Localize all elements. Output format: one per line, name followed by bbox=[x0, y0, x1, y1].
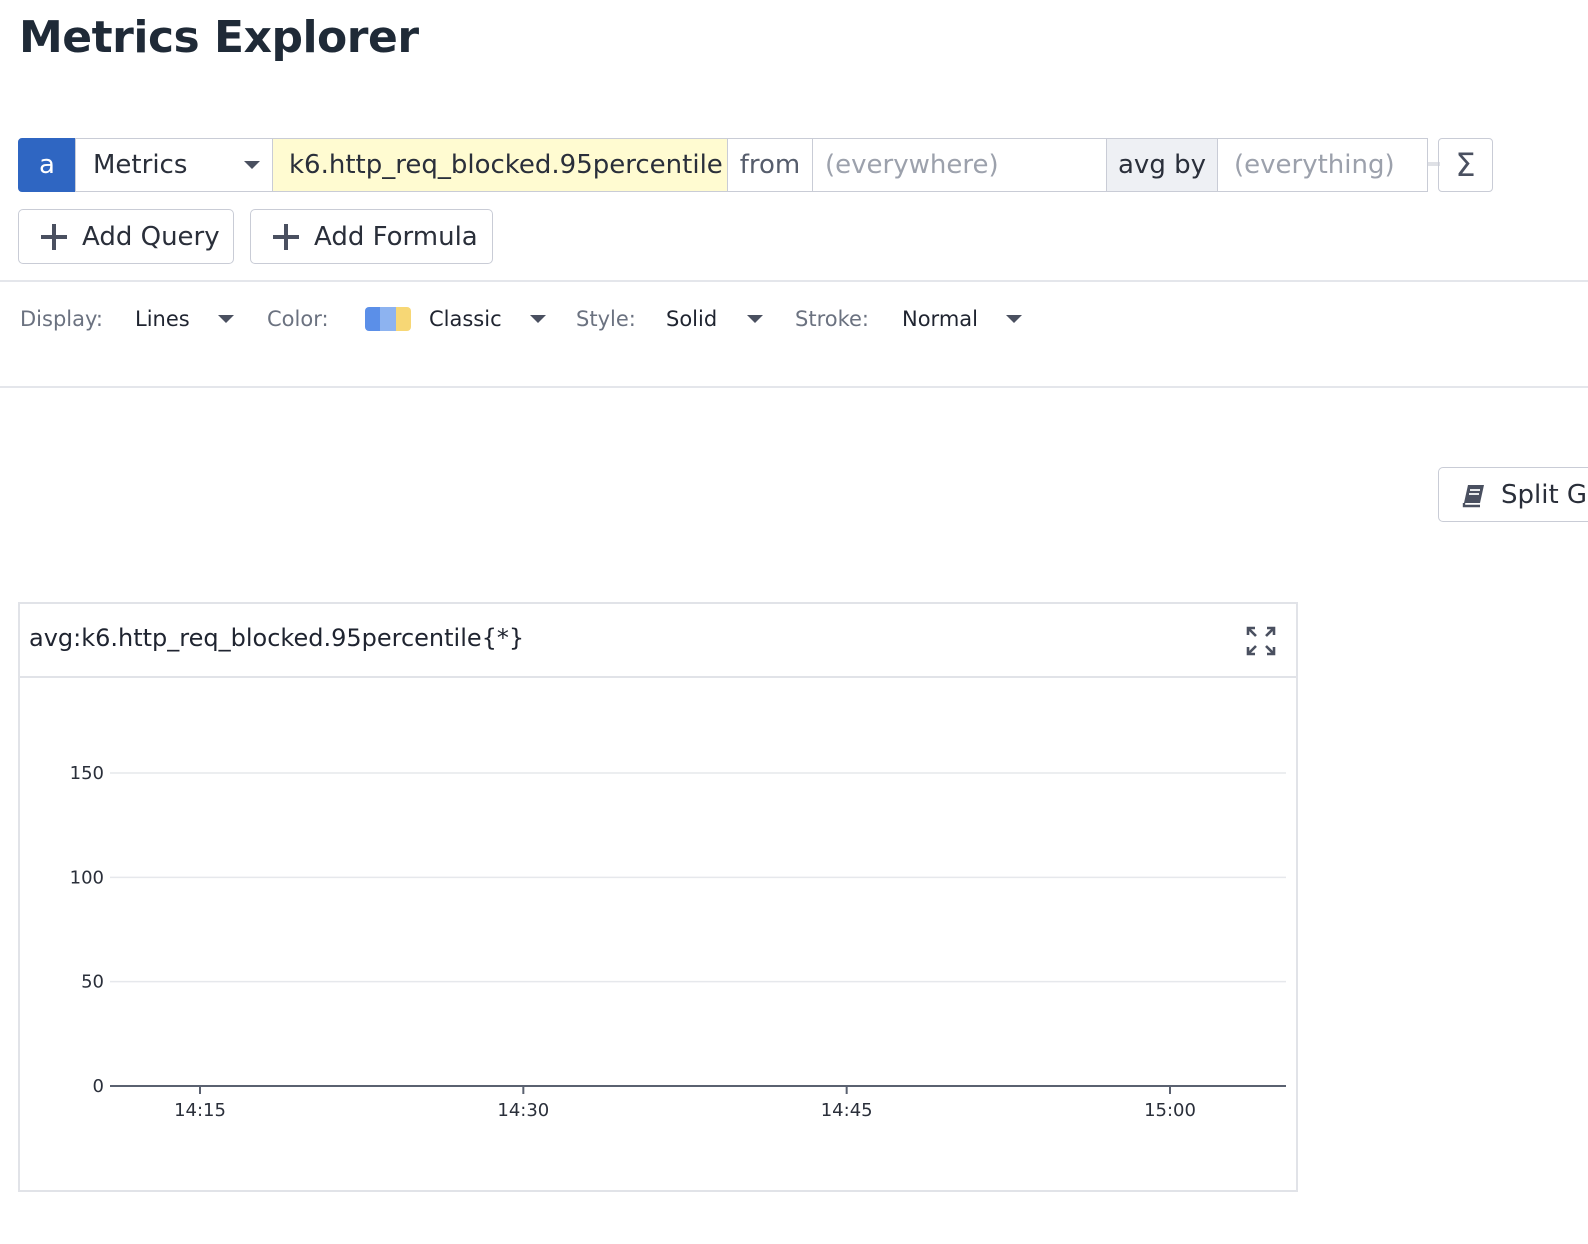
style-value: Solid bbox=[666, 307, 718, 331]
aggregation-select[interactable]: avg by bbox=[1106, 138, 1218, 192]
display-label: Display: bbox=[20, 307, 103, 331]
y-tick-label: 100 bbox=[70, 867, 104, 888]
add-formula-button[interactable]: Add Formula bbox=[250, 209, 493, 264]
graph-panel-header: avg:k6.http_req_blocked.95percentile{*} bbox=[20, 604, 1296, 678]
x-tick-label: 14:30 bbox=[497, 1100, 549, 1121]
timeseries-chart: 0 50 100 150 14:15 14:30 14:45 15:00 bbox=[70, 763, 1286, 1121]
chevron-down-icon bbox=[529, 315, 546, 323]
metric-input[interactable]: k6.http_req_blocked.95percentile bbox=[272, 138, 728, 192]
function-button[interactable]: Σ bbox=[1438, 138, 1493, 192]
page-title: Metrics Explorer bbox=[19, 12, 419, 63]
x-tick-label: 15:00 bbox=[1144, 1100, 1196, 1121]
chevron-down-icon bbox=[217, 315, 234, 323]
data-source-value: Metrics bbox=[93, 150, 188, 180]
expand-icon[interactable] bbox=[1246, 626, 1276, 656]
y-tick-label: 50 bbox=[81, 972, 104, 993]
split-graph-button[interactable]: Split G bbox=[1438, 467, 1588, 522]
style-label: Style: bbox=[576, 307, 636, 331]
graph-panel: avg:k6.http_req_blocked.95percentile{*} … bbox=[18, 602, 1298, 1192]
stroke-label: Stroke: bbox=[795, 307, 869, 331]
display-select[interactable]: Lines bbox=[135, 303, 234, 335]
add-query-label: Add Query bbox=[82, 221, 220, 252]
display-value: Lines bbox=[135, 307, 190, 331]
sigma-icon: Σ bbox=[1455, 146, 1476, 184]
divider bbox=[0, 386, 1588, 388]
stroke-value: Normal bbox=[902, 307, 978, 331]
chevron-down-icon bbox=[1005, 315, 1022, 323]
style-select[interactable]: Solid bbox=[666, 303, 764, 335]
query-letter-badge[interactable]: a bbox=[18, 138, 76, 192]
from-scope-input[interactable]: (everywhere) bbox=[812, 138, 1107, 192]
split-graph-label: Split G bbox=[1501, 479, 1588, 510]
plus-icon bbox=[273, 223, 299, 250]
stroke-select[interactable]: Normal bbox=[902, 303, 1022, 335]
book-icon bbox=[1462, 484, 1484, 507]
add-formula-label: Add Formula bbox=[314, 221, 478, 252]
color-select[interactable]: Classic bbox=[365, 303, 546, 335]
plus-icon bbox=[41, 223, 67, 250]
chevron-down-icon bbox=[244, 161, 260, 169]
add-query-button[interactable]: Add Query bbox=[18, 209, 234, 264]
y-tick-label: 0 bbox=[93, 1076, 104, 1097]
x-tick-label: 14:15 bbox=[174, 1100, 226, 1121]
color-value: Classic bbox=[429, 307, 502, 331]
color-label: Color: bbox=[267, 307, 329, 331]
graph-title: avg:k6.http_req_blocked.95percentile{*} bbox=[29, 624, 525, 652]
x-tick-label: 14:45 bbox=[821, 1100, 873, 1121]
divider bbox=[0, 280, 1588, 282]
y-tick-label: 150 bbox=[70, 763, 104, 784]
group-by-input[interactable]: (everything) bbox=[1217, 138, 1428, 192]
data-source-select[interactable]: Metrics bbox=[75, 138, 273, 192]
color-palette-swatch bbox=[365, 307, 411, 331]
chevron-down-icon bbox=[747, 315, 764, 323]
from-label: from bbox=[727, 138, 813, 192]
